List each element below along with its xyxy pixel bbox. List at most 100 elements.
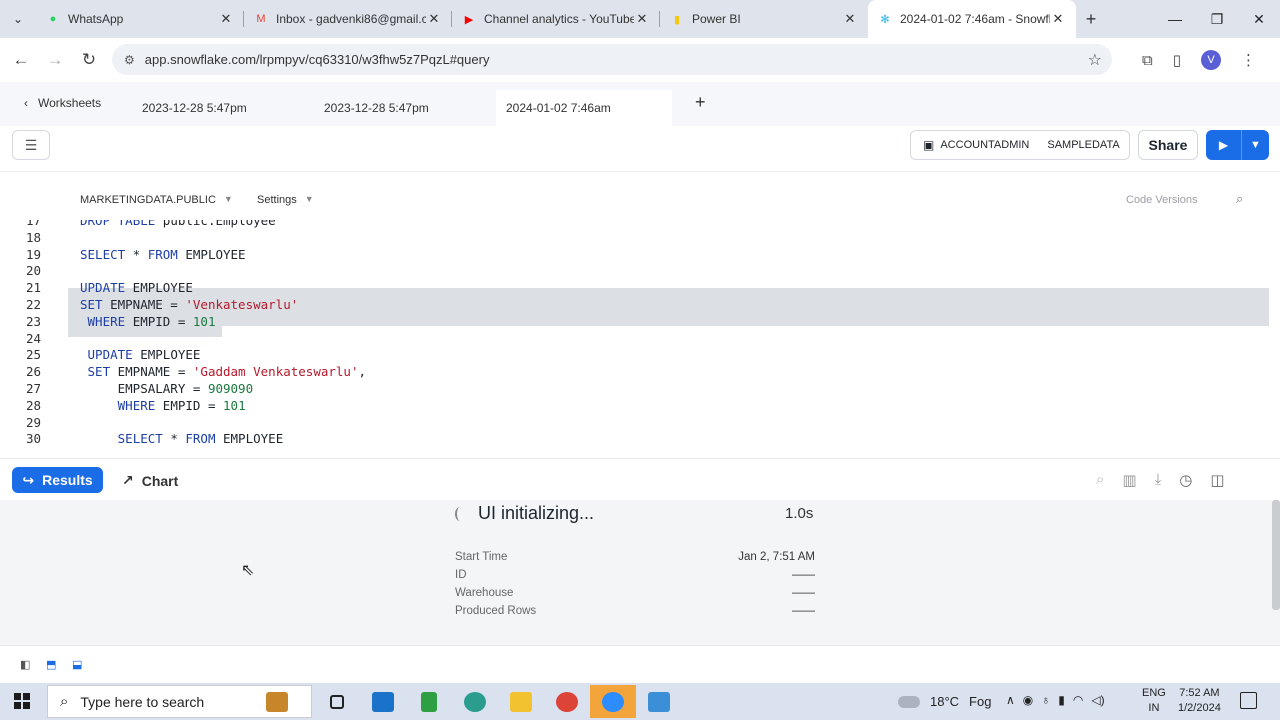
code-line[interactable]: 17 DROP TABLE public.Employee bbox=[0, 220, 1280, 229]
database-selector[interactable]: MARKETINGDATA.PUBLIC ▼ bbox=[80, 194, 233, 206]
notification-icon[interactable] bbox=[1240, 692, 1257, 709]
layout-bottom-icon[interactable]: ⬓ bbox=[72, 658, 82, 671]
line-number: 24 bbox=[25, 330, 41, 346]
language-indicator[interactable]: ENG IN bbox=[1142, 686, 1166, 716]
code-line[interactable]: 26 SET EMPNAME = 'Gaddam Venkateswarlu', bbox=[0, 363, 1280, 380]
sql-editor[interactable]: 17 DROP TABLE public.Employee 18 19 SELECT *… bbox=[0, 220, 1280, 456]
worksheets-back-link[interactable]: ‹ Worksheets bbox=[24, 96, 101, 110]
wifi-icon[interactable]: ◠ bbox=[1073, 693, 1083, 707]
browser-menu-icon[interactable]: ⋮ bbox=[1241, 51, 1256, 69]
code-line[interactable]: 21 UPDATE EMPLOYEE bbox=[0, 279, 1280, 296]
worksheet-tab-1[interactable]: 2023-12-28 5:47pm bbox=[132, 90, 257, 126]
columns-icon[interactable]: ▥ bbox=[1122, 471, 1136, 489]
line-number: 19 bbox=[25, 246, 41, 262]
worksheet-tab-2[interactable]: 2023-12-28 5:47pm bbox=[314, 90, 439, 126]
code-line[interactable]: 25 UPDATE EMPLOYEE bbox=[0, 346, 1280, 363]
code-text: SET EMPNAME = 'Venkateswarlu' bbox=[80, 297, 299, 312]
code-line[interactable]: 28 WHERE EMPID = 101 bbox=[0, 397, 1280, 414]
results-search-icon[interactable]: ⌕ bbox=[1096, 471, 1104, 489]
code-text: SELECT * FROM EMPLOYEE bbox=[80, 246, 246, 262]
code-line[interactable]: 27 EMPSALARY = 909090 bbox=[0, 380, 1280, 397]
code-line[interactable]: 29 bbox=[0, 414, 1280, 431]
close-tab-icon[interactable]: ✕ bbox=[1050, 11, 1066, 27]
line-number: 23 bbox=[25, 313, 41, 329]
layout-left-icon[interactable]: ◧ bbox=[20, 658, 30, 671]
run-options-chevron-icon[interactable]: ▼ bbox=[1242, 130, 1269, 160]
duration-value: 1.0s bbox=[785, 505, 814, 522]
chart-tab-button[interactable]: ↗ Chart bbox=[122, 472, 178, 489]
search-icon[interactable]: ⌕ bbox=[1236, 191, 1243, 207]
windows-start-icon[interactable] bbox=[14, 693, 30, 709]
site-info-icon[interactable]: ⚙ bbox=[124, 53, 135, 67]
close-tab-icon[interactable]: ✕ bbox=[634, 11, 650, 27]
run-play-icon[interactable]: ▶ bbox=[1206, 130, 1242, 160]
add-worksheet-plus-icon[interactable]: + bbox=[695, 92, 706, 113]
minimize-icon[interactable]: — bbox=[1154, 0, 1196, 38]
vscode-app-icon[interactable] bbox=[406, 685, 452, 718]
edge-app-icon[interactable] bbox=[452, 685, 498, 718]
sidepanel-icon[interactable]: ▯ bbox=[1173, 51, 1181, 69]
line-number: 25 bbox=[25, 347, 41, 363]
settings-dropdown[interactable]: Settings ▼ bbox=[257, 194, 314, 206]
browser-tab-4[interactable]: ▮ Power BI ✕ bbox=[660, 0, 868, 38]
results-scrollbar[interactable] bbox=[1272, 500, 1280, 610]
code-versions-link[interactable]: Code Versions bbox=[1126, 194, 1198, 206]
camera-icon[interactable]: ◉ bbox=[1023, 693, 1033, 707]
profile-avatar[interactable]: V bbox=[1201, 50, 1221, 70]
code-line[interactable]: 22 SET EMPNAME = 'Venkateswarlu' bbox=[0, 296, 1280, 313]
meta-value-start-time: Jan 2, 7:51 AM bbox=[738, 551, 815, 563]
tab-search-chevron-icon[interactable]: ⌄ bbox=[0, 0, 36, 38]
weather-widget[interactable]: 18°C Fog bbox=[898, 683, 991, 720]
code-line[interactable]: 19 SELECT * FROM EMPLOYEE bbox=[0, 246, 1280, 263]
browser-tab-5[interactable]: ✻ 2024-01-02 7:46am - Snowfl ✕ bbox=[868, 0, 1076, 38]
zoom-app-icon[interactable] bbox=[590, 685, 636, 718]
role-warehouse-selector[interactable]: ▣ ACCOUNTADMIN SAMPLEDATA bbox=[910, 130, 1130, 160]
history-clock-icon[interactable]: ◷ bbox=[1179, 471, 1192, 489]
photos-app-icon[interactable] bbox=[636, 685, 682, 718]
code-line[interactable]: 24 bbox=[0, 330, 1280, 347]
microphone-icon[interactable]: ♁ bbox=[1041, 693, 1050, 707]
share-button[interactable]: Share bbox=[1138, 130, 1198, 160]
chrome-app-icon[interactable] bbox=[544, 685, 590, 718]
close-tab-icon[interactable]: ✕ bbox=[426, 11, 442, 27]
split-view-icon[interactable]: ◫ bbox=[1210, 471, 1224, 489]
close-tab-icon[interactable]: ✕ bbox=[842, 11, 858, 27]
battery-icon[interactable]: ▮ bbox=[1058, 693, 1065, 707]
mail-app-icon[interactable] bbox=[360, 685, 406, 718]
browser-tab-strip: ⌄ ● WhatsApp ✕ M Inbox - gadvenki86@gmail.c ✕… bbox=[0, 0, 1280, 38]
browser-tab-1[interactable]: ● WhatsApp ✕ bbox=[36, 0, 244, 38]
download-icon[interactable]: ⤓ bbox=[1155, 471, 1162, 489]
tab-title: WhatsApp bbox=[68, 12, 124, 26]
new-tab-button[interactable]: + bbox=[1076, 9, 1106, 30]
volume-icon[interactable]: ◁) bbox=[1091, 693, 1104, 707]
task-view-icon[interactable] bbox=[314, 685, 360, 718]
forward-arrow-icon[interactable]: → bbox=[38, 50, 72, 70]
meta-value-produced-rows: —— bbox=[792, 605, 815, 617]
url-bar[interactable]: ⚙ app.snowflake.com/lrpmpyv/cq63310/w3fh… bbox=[112, 44, 1112, 75]
code-line[interactable]: 20 bbox=[0, 262, 1280, 279]
code-line[interactable]: 18 bbox=[0, 229, 1280, 246]
results-tab-button[interactable]: ↪ Results bbox=[12, 467, 103, 493]
back-arrow-icon[interactable]: ← bbox=[4, 50, 38, 70]
bookmark-star-icon[interactable]: ☆ bbox=[1088, 50, 1102, 70]
restore-icon[interactable]: ❐ bbox=[1196, 0, 1238, 38]
gmail-icon: M bbox=[256, 13, 266, 25]
briefcase-app-icon[interactable] bbox=[254, 685, 300, 718]
worksheet-tab-3[interactable]: 2024-01-02 7:46am bbox=[496, 90, 672, 126]
address-bar-row: ← → ↻ ⚙ app.snowflake.com/lrpmpyv/cq6331… bbox=[0, 38, 1280, 82]
layout-top-icon[interactable]: ⬒ bbox=[46, 658, 56, 671]
file-explorer-icon[interactable] bbox=[498, 685, 544, 718]
browser-tab-2[interactable]: M Inbox - gadvenki86@gmail.c ✕ bbox=[244, 0, 452, 38]
extensions-icon[interactable]: ⧉ bbox=[1142, 52, 1153, 69]
system-clock[interactable]: 7:52 AM 1/2/2024 bbox=[1178, 686, 1221, 716]
reload-icon[interactable]: ↻ bbox=[72, 50, 106, 70]
status-text: UI initializing... bbox=[478, 503, 595, 523]
tray-chevron-up-icon[interactable]: ∧ bbox=[1006, 693, 1015, 707]
code-line[interactable]: 23 WHERE EMPID = 101 bbox=[0, 313, 1280, 330]
code-line[interactable]: 30 SELECT * FROM EMPLOYEE bbox=[0, 430, 1280, 447]
close-tab-icon[interactable]: ✕ bbox=[218, 11, 234, 27]
browser-tab-3[interactable]: ▶ Channel analytics - YouTube ✕ bbox=[452, 0, 660, 38]
filter-sliders-icon[interactable]: ☰ bbox=[12, 130, 50, 160]
tab-title: 2024-01-02 7:46am - Snowfl bbox=[900, 12, 1050, 26]
close-window-icon[interactable]: ✕ bbox=[1238, 0, 1280, 38]
